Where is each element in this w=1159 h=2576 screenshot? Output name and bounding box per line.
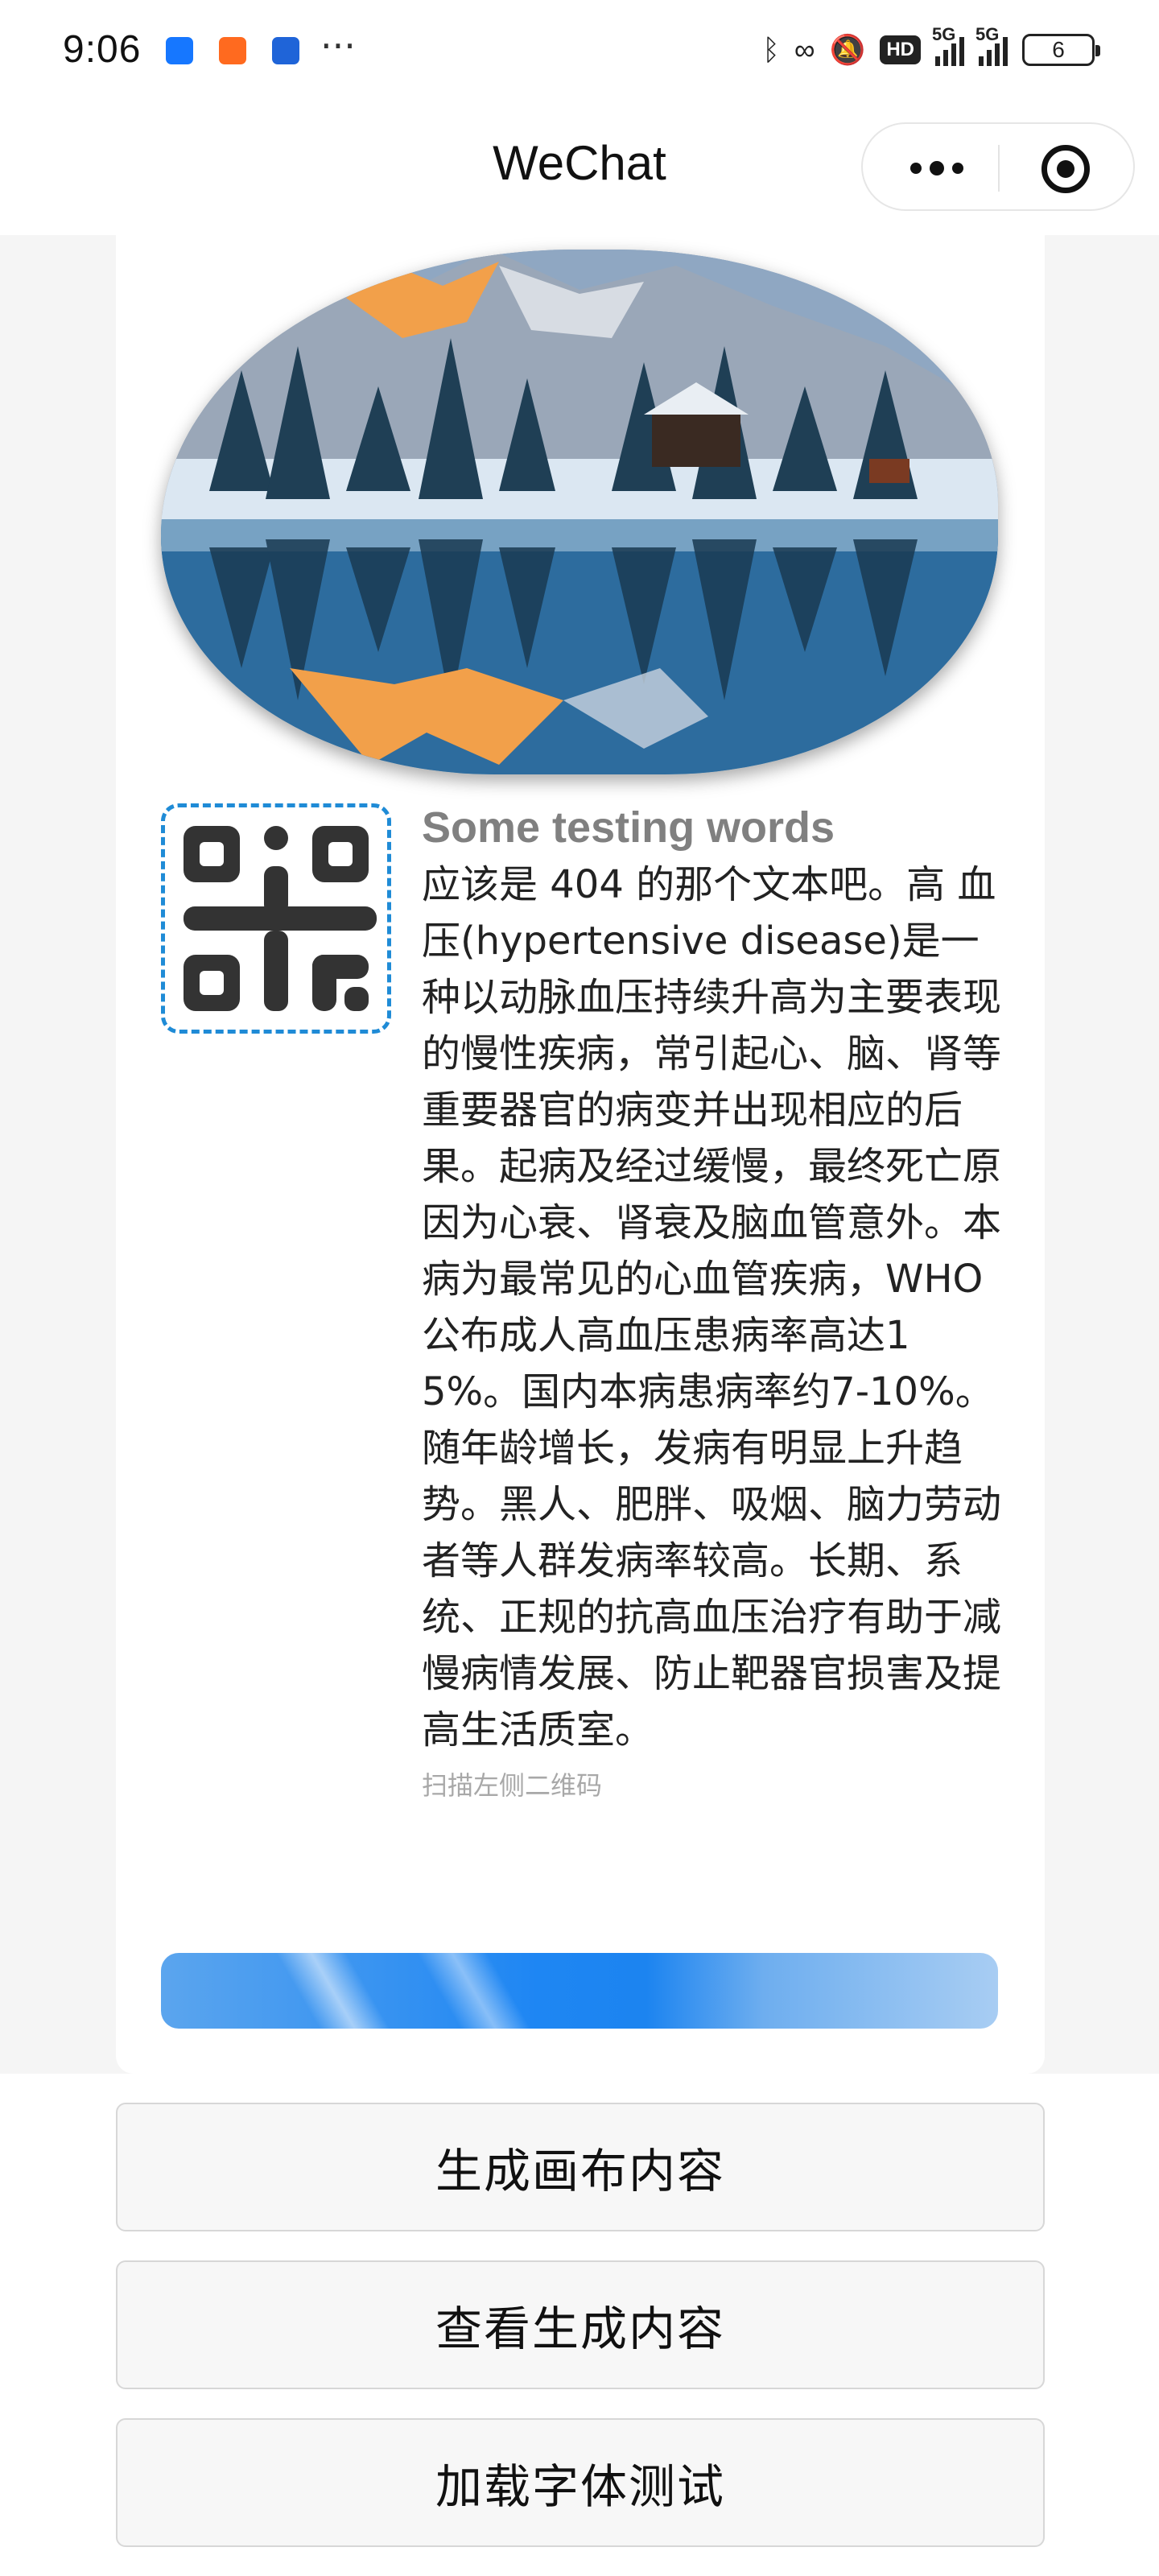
status-icons: ᛒ ∞ 🔕 HD 5G 5G 6	[762, 24, 1100, 76]
network-label: 5G	[932, 24, 956, 44]
alipay-icon	[166, 37, 193, 64]
generate-canvas-button[interactable]: 生成画布内容	[116, 2103, 1045, 2231]
qr-caption: 扫描左侧二维码	[422, 1770, 603, 1801]
battery-icon: 6	[1022, 34, 1100, 66]
nav-bar: WeChat	[0, 100, 1159, 235]
mi-icon	[219, 37, 246, 64]
network-label-2: 5G	[975, 24, 1000, 44]
qr-code[interactable]	[161, 803, 391, 1034]
text-content: Some testing words 应该是 404 的那个文本吧。高 血压(h…	[422, 799, 1009, 1805]
signal-icon-2: 5G	[975, 24, 1008, 66]
load-font-button[interactable]: 加载字体测试	[116, 2418, 1045, 2547]
hd-badge: HD	[880, 35, 921, 64]
gradient-bar	[161, 1953, 998, 2029]
capsule-divider	[998, 145, 1000, 192]
canvas-card: Some testing words 应该是 404 的那个文本吧。高 血压(h…	[116, 235, 1045, 2074]
landscape-image	[161, 250, 998, 774]
status-time: 9:06	[63, 28, 142, 71]
link-icon: ∞	[794, 33, 815, 66]
more-notifications-icon: ···	[320, 24, 356, 68]
landscape-illustration	[161, 250, 998, 774]
app-notification-icon	[272, 37, 299, 64]
more-icon[interactable]	[898, 148, 975, 188]
view-generated-button[interactable]: 查看生成内容	[116, 2260, 1045, 2389]
content-heading: Some testing words	[422, 803, 835, 852]
qr-code-icon	[184, 826, 377, 1011]
mute-bell-icon: 🔕	[829, 33, 866, 66]
signal-icon: 5G	[932, 24, 964, 66]
menu-capsule	[861, 122, 1135, 211]
status-bar: 9:06 ··· ᛒ ∞ 🔕 HD 5G 5G 6	[0, 0, 1159, 100]
close-miniprogram-icon[interactable]	[1041, 145, 1090, 193]
content-body: 应该是 404 的那个文本吧。高 血压(hypertensive disease…	[422, 862, 1002, 1752]
bluetooth-icon: ᛒ	[762, 33, 780, 66]
